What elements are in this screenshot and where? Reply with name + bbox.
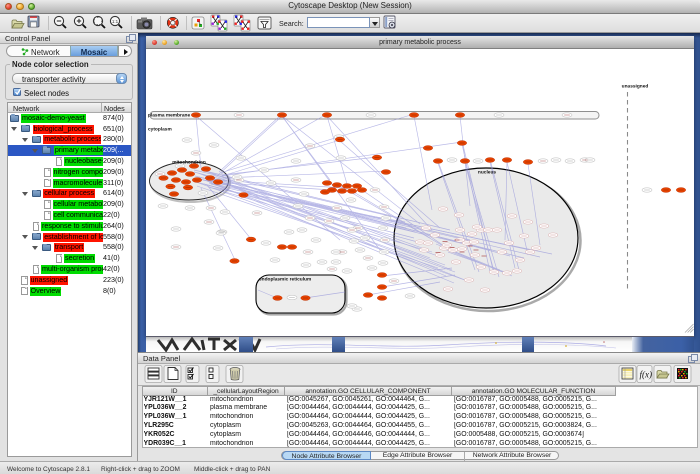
svg-text:nucleus: nucleus: [478, 170, 496, 176]
svg-text:1:1: 1:1: [112, 19, 119, 24]
svg-text:endoplasmic reticulum: endoplasmic reticulum: [259, 277, 311, 283]
svg-text:f(x): f(x): [640, 370, 653, 380]
svg-text:plasma membrane: plasma membrane: [148, 112, 190, 118]
svg-text:unassigned: unassigned: [622, 84, 649, 90]
svg-text:cytoplasm: cytoplasm: [148, 127, 172, 133]
